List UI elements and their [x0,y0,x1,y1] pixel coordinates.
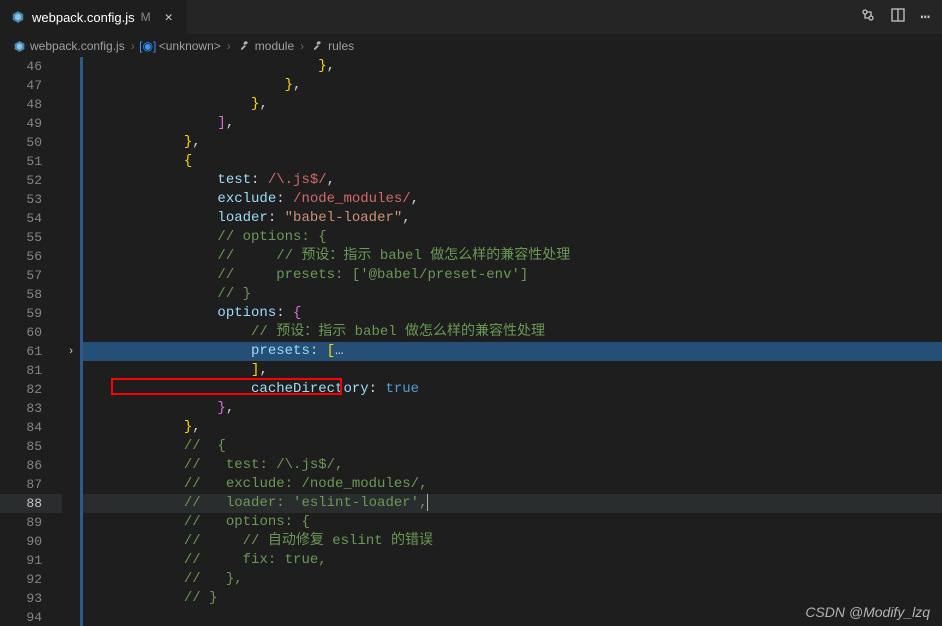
split-editor-icon[interactable] [890,7,906,28]
js-file-icon [12,39,26,53]
tabs: webpack.config.js M ✕ [0,0,188,34]
breadcrumb-unknown[interactable]: [◉] <unknown> [141,39,221,53]
compare-icon[interactable] [860,7,876,28]
breadcrumb: webpack.config.js › [◉] <unknown> › modu… [0,35,942,57]
breadcrumb-rules[interactable]: rules [310,39,354,53]
more-icon[interactable]: ⋯ [920,7,930,28]
symbol-icon: [◉] [141,39,155,53]
breadcrumb-module[interactable]: module [237,39,294,53]
js-file-icon [10,9,26,25]
breadcrumb-separator: › [131,39,135,53]
breadcrumb-separator: › [300,39,304,53]
wrench-icon [310,39,324,53]
tab-filename: webpack.config.js [32,10,135,25]
editor[interactable]: 4647484950515253545556575859606181828384… [0,57,942,626]
line-number-gutter: 4647484950515253545556575859606181828384… [0,57,62,626]
tab-webpack-config[interactable]: webpack.config.js M ✕ [0,0,188,34]
tab-modified-badge: M [141,10,151,24]
code-lines[interactable]: }, }, }, ], }, { test: /\.js$/, exclude:… [83,57,942,626]
fold-gutter: › [62,57,80,626]
breadcrumb-file[interactable]: webpack.config.js [12,39,125,53]
title-actions: ⋯ [860,7,942,28]
wrench-icon [237,39,251,53]
close-icon[interactable]: ✕ [161,9,177,25]
tab-bar: webpack.config.js M ✕ ⋯ [0,0,942,35]
breadcrumb-separator: › [227,39,231,53]
